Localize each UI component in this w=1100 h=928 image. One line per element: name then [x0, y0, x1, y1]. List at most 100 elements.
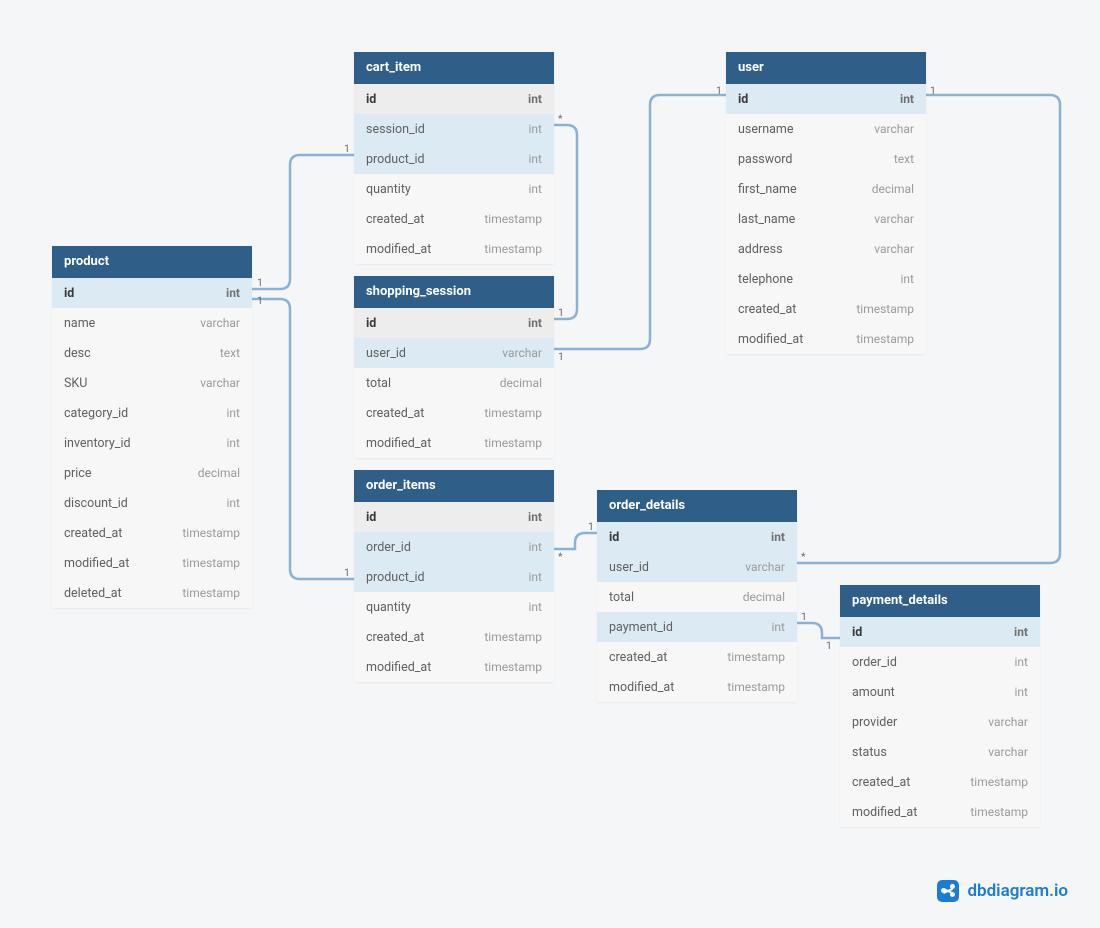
column-type: varchar [745, 560, 785, 574]
column-row[interactable]: amountint [840, 677, 1040, 707]
column-row[interactable]: payment_idint [597, 612, 797, 642]
column-row[interactable]: order_idint [354, 532, 554, 562]
column-name: id [738, 92, 748, 107]
column-row[interactable]: modified_attimestamp [726, 324, 926, 354]
column-row[interactable]: statusvarchar [840, 737, 1040, 767]
column-row[interactable]: modified_attimestamp [597, 672, 797, 702]
column-name: SKU [64, 376, 87, 391]
column-row[interactable]: modified_attimestamp [840, 797, 1040, 827]
column-row[interactable]: created_attimestamp [354, 398, 554, 428]
table-user[interactable]: useridintusernamevarcharpasswordtextfirs… [726, 52, 926, 354]
column-name: category_id [64, 406, 128, 421]
column-name: product_id [366, 570, 425, 585]
column-name: password [738, 152, 792, 167]
column-type: timestamp [727, 680, 785, 694]
column-row[interactable]: addressvarchar [726, 234, 926, 264]
column-row[interactable]: modified_attimestamp [52, 548, 252, 578]
column-name: id [366, 316, 376, 331]
column-row[interactable]: usernamevarchar [726, 114, 926, 144]
column-type: int [226, 286, 240, 300]
column-row[interactable]: namevarchar [52, 308, 252, 338]
table-payment_details[interactable]: payment_detailsidintorder_idintamountint… [840, 585, 1040, 827]
column-type: int [529, 570, 542, 584]
column-row[interactable]: idint [354, 502, 554, 532]
column-row[interactable]: providervarchar [840, 707, 1040, 737]
table-product[interactable]: productidintnamevarchardesctextSKUvarcha… [52, 246, 252, 608]
table-order_details[interactable]: order_detailsidintuser_idvarchartotaldec… [597, 490, 797, 702]
column-name: id [366, 92, 376, 107]
column-row[interactable]: SKUvarchar [52, 368, 252, 398]
column-type: timestamp [727, 650, 785, 664]
column-row[interactable]: first_namedecimal [726, 174, 926, 204]
column-row[interactable]: idint [52, 278, 252, 308]
column-type: int [1015, 685, 1028, 699]
table-order_items[interactable]: order_itemsidintorder_idintproduct_idint… [354, 470, 554, 682]
column-row[interactable]: session_idint [354, 114, 554, 144]
column-row[interactable]: created_at timestamp [597, 642, 797, 672]
column-row[interactable]: idint [597, 522, 797, 552]
column-row[interactable]: user_id varchar [597, 552, 797, 582]
column-type: int [227, 406, 240, 420]
column-type: timestamp [856, 332, 914, 346]
column-row[interactable]: pricedecimal [52, 458, 252, 488]
cardinality-label: 1 [930, 86, 936, 97]
column-row[interactable]: totaldecimal [597, 582, 797, 612]
cardinality-label: * [801, 552, 806, 563]
column-row[interactable]: modified_attimestamp [354, 652, 554, 682]
column-row[interactable]: category_id int [52, 398, 252, 428]
column-row[interactable]: idint [726, 84, 926, 114]
column-name: modified_at [366, 660, 431, 675]
column-name: id [852, 625, 862, 640]
column-row[interactable]: created_attimestamp [726, 294, 926, 324]
column-row[interactable]: discount_idint [52, 488, 252, 518]
cardinality-label: 1 [558, 352, 564, 363]
column-type: timestamp [484, 406, 542, 420]
column-name: modified_at [64, 556, 129, 571]
column-type: int [529, 600, 542, 614]
column-row[interactable]: totaldecimal [354, 368, 554, 398]
cardinality-label: 1 [716, 86, 722, 97]
column-name: id [609, 530, 619, 545]
column-row[interactable]: modified_attimestamp [354, 234, 554, 264]
table-header: shopping_session [354, 276, 554, 308]
column-row[interactable]: product_id int [354, 562, 554, 592]
column-row[interactable]: quantityint [354, 174, 554, 204]
table-header: order_items [354, 470, 554, 502]
brand-logo[interactable]: dbdiagram.io [937, 880, 1068, 902]
column-row[interactable]: id int [354, 308, 554, 338]
table-shopping_session[interactable]: shopping_sessionid int user_idvarchartotal… [354, 276, 554, 458]
column-row[interactable]: order_idint [840, 647, 1040, 677]
column-row[interactable]: inventory_idint [52, 428, 252, 458]
column-type: timestamp [182, 586, 240, 600]
column-name: created_at [609, 650, 667, 665]
column-type: int [1014, 625, 1028, 639]
cardinality-label: 1 [801, 612, 807, 623]
cardinality-label: 1 [257, 296, 263, 307]
column-row[interactable]: user_idvarchar [354, 338, 554, 368]
column-row[interactable]: created_attimestamp [840, 767, 1040, 797]
column-row[interactable]: id int [840, 617, 1040, 647]
column-row[interactable]: passwordtext [726, 144, 926, 174]
column-name: desc [64, 346, 91, 361]
column-row[interactable]: last_namevarchar [726, 204, 926, 234]
column-row[interactable]: deleted_attimestamp [52, 578, 252, 608]
column-row[interactable]: quantityint [354, 592, 554, 622]
column-row[interactable]: created_attimestamp [354, 204, 554, 234]
column-row[interactable]: modified_attimestamp [354, 428, 554, 458]
column-row[interactable]: telephoneint [726, 264, 926, 294]
column-name: name [64, 316, 95, 331]
column-type: int [772, 620, 785, 634]
column-row[interactable]: created_attimestamp [354, 622, 554, 652]
column-row[interactable]: created_attimestamp [52, 518, 252, 548]
column-name: username [738, 122, 794, 137]
table-cart_item[interactable]: cart_itemidintsession_idintproduct_idint… [354, 52, 554, 264]
column-row[interactable]: product_idint [354, 144, 554, 174]
column-name: user_id [366, 346, 406, 361]
column-row[interactable]: idint [354, 84, 554, 114]
column-name: created_at [366, 212, 424, 227]
cardinality-label: 1 [257, 278, 263, 289]
er-diagram-canvas[interactable]: productidintnamevarchardesctextSKUvarcha… [0, 0, 1100, 928]
column-row[interactable]: desctext [52, 338, 252, 368]
column-name: user_id [609, 560, 649, 575]
column-type: int [528, 316, 542, 330]
